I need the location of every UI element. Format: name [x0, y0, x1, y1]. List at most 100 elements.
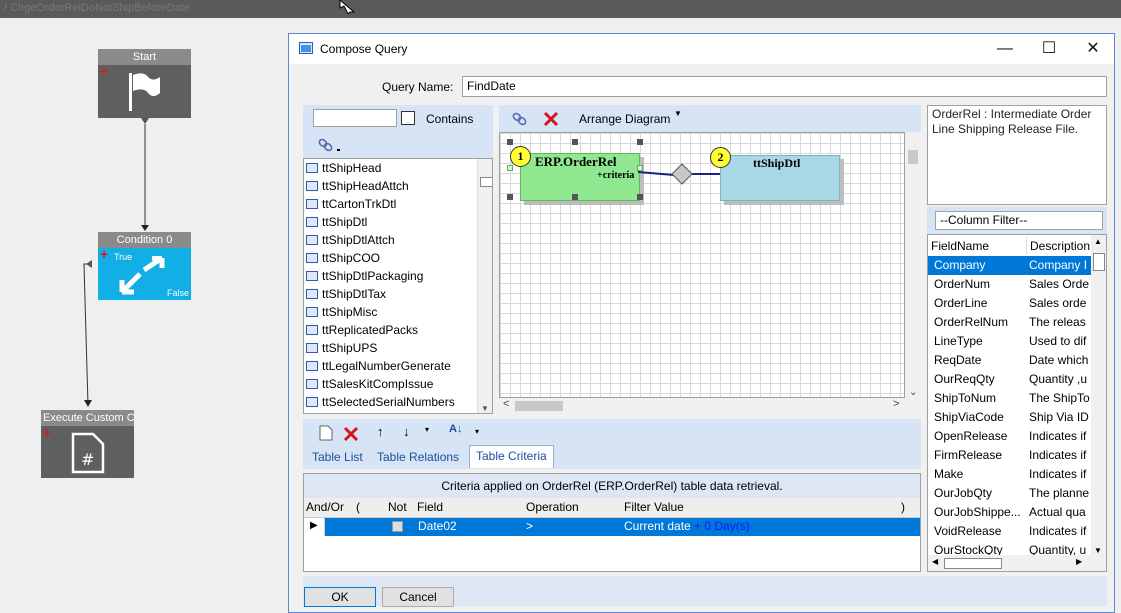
field-grid-row[interactable]: OpenRelease Indicates if	[928, 427, 1092, 446]
ok-button[interactable]: OK	[304, 587, 376, 607]
new-document-icon[interactable]	[319, 425, 333, 441]
close-button[interactable]: ✕	[1071, 34, 1115, 64]
table-list-item[interactable]: ttShipDtlPackaging	[306, 267, 423, 285]
resize-handle[interactable]	[637, 139, 643, 145]
criteria-filter-value[interactable]: Current date	[624, 519, 691, 533]
table-list-item[interactable]: ttShipMisc	[306, 303, 377, 321]
field-grid-row[interactable]: LineType Used to dif	[928, 332, 1092, 351]
field-grid-row[interactable]: ShipToNum The ShipTo	[928, 389, 1092, 408]
field-description-cell: The ShipTo	[1029, 391, 1090, 405]
table-list-toolbar	[303, 132, 493, 158]
dialog-titlebar: Compose Query — ☐ ✕	[289, 34, 1114, 64]
maximize-button[interactable]: ☐	[1027, 34, 1071, 64]
field-grid-row[interactable]: FirmRelease Indicates if	[928, 446, 1092, 465]
field-grid-row[interactable]: VoidRelease Indicates if	[928, 522, 1092, 541]
resize-handle[interactable]	[507, 165, 513, 171]
table-list-item[interactable]: ttShipHeadAttch	[306, 177, 409, 195]
table-icon	[306, 163, 318, 173]
criteria-filter-offset[interactable]: + 0 Day(s)	[694, 519, 750, 533]
link-icon[interactable]	[511, 111, 529, 127]
table-list-item[interactable]: ttReplicatedPacks	[306, 321, 418, 339]
field-grid-row[interactable]: OurJobQty The planne	[928, 484, 1092, 503]
sort-az-icon[interactable]: A↓	[449, 423, 462, 435]
move-up-icon[interactable]: ↑	[377, 424, 384, 439]
resize-handle[interactable]	[572, 194, 578, 200]
table-list-item[interactable]: ttCartonTrkDtl	[306, 195, 396, 213]
window-icon	[299, 42, 313, 54]
move-down-icon[interactable]: ↓	[403, 424, 410, 439]
compose-query-dialog: Compose Query — ☐ ✕ Query Name: FindDate…	[288, 33, 1115, 613]
field-grid-row[interactable]: Make Indicates if	[928, 465, 1092, 484]
field-description-cell: Ship Via ID	[1029, 410, 1089, 424]
field-grid-row[interactable]: OurReqQty Quantity ,u	[928, 370, 1092, 389]
row-selector[interactable]: ▶	[304, 518, 325, 536]
table-list-item[interactable]: ttLegalNumberGenerate	[306, 357, 451, 375]
field-grid-row[interactable]: ShipViaCode Ship Via ID	[928, 408, 1092, 427]
table-list-item[interactable]: ttShipHead	[306, 159, 381, 177]
resize-handle[interactable]	[572, 139, 578, 145]
query-name-input[interactable]: FindDate	[462, 76, 1107, 97]
criteria-field-value[interactable]: Date02	[418, 519, 457, 533]
delete-icon[interactable]	[343, 426, 359, 442]
diagram-table-orderrel[interactable]: ERP.OrderRel +criteria	[520, 153, 640, 201]
table-number-badge: 2	[710, 147, 731, 168]
field-grid-row[interactable]: OurStockQty Quantity, u	[928, 541, 1092, 556]
resize-handle[interactable]	[507, 194, 513, 200]
field-grid-row[interactable]: OrderNum Sales Orde	[928, 275, 1092, 294]
table-icon	[306, 361, 318, 371]
dropdown-arrow-icon[interactable]: ▾	[425, 425, 429, 434]
table-list-scrollbar[interactable]: ▼	[477, 159, 492, 413]
dropdown-arrow-icon[interactable]: ▼	[674, 109, 682, 118]
add-icon[interactable]: +	[43, 424, 51, 440]
column-filter-input[interactable]: --Column Filter--	[935, 211, 1103, 230]
field-grid-row[interactable]: OurJobShippe... Actual qua	[928, 503, 1092, 522]
table-list-item[interactable]: ttSelectedSerialNumbers	[306, 393, 455, 411]
cancel-button[interactable]: Cancel	[382, 587, 454, 607]
resize-handle[interactable]	[507, 139, 513, 145]
criteria-operation-value[interactable]: >	[526, 519, 533, 533]
table-icon	[306, 235, 318, 245]
table-list-item[interactable]: ttShipCOO	[306, 249, 380, 267]
contains-checkbox[interactable]	[401, 111, 415, 125]
table-list-item[interactable]: ttSalesKitCompIssue	[306, 375, 433, 393]
relation-connector[interactable]	[638, 159, 722, 189]
table-list-item-label: ttReplicatedPacks	[322, 323, 419, 337]
field-grid-row[interactable]: OrderLine Sales orde	[928, 294, 1092, 313]
table-icon	[306, 325, 318, 335]
field-grid-hscrollbar[interactable]: ◀ ▶	[928, 555, 1106, 571]
delete-icon[interactable]	[543, 111, 559, 127]
minimize-button[interactable]: —	[983, 34, 1027, 64]
dropdown-arrow-icon[interactable]: ▾	[475, 427, 479, 436]
diagram-table-ttshipdtl[interactable]: ttShipDtl	[720, 155, 840, 201]
execute-custom-code-node[interactable]: Execute Custom Co + #	[41, 410, 134, 478]
resize-handle[interactable]	[637, 194, 643, 200]
criteria-row[interactable]: ▶ Date02 > Current date + 0 Day(s)	[304, 518, 920, 536]
table-search-input[interactable]	[313, 109, 397, 127]
field-name-cell: ShipViaCode	[934, 410, 1004, 424]
workflow-connectors	[83, 118, 149, 407]
fieldname-header[interactable]: FieldName	[931, 237, 989, 255]
table-list-item[interactable]: ttShipDtlAttch	[306, 231, 395, 249]
tab-table-list[interactable]: Table List	[312, 447, 363, 467]
mouse-cursor-icon	[339, 0, 356, 14]
table-list-item[interactable]: ttShipDtlTax	[306, 285, 386, 303]
field-grid-vscrollbar[interactable]: ▲ ▼	[1091, 235, 1106, 555]
table-list-item[interactable]: ttShipDtl	[306, 213, 367, 231]
field-grid-row[interactable]: OrderRelNum The releas	[928, 313, 1092, 332]
diagram-horizontal-scrollbar[interactable]: < >	[499, 398, 921, 414]
diagram-vertical-scrollbar[interactable]: ⌄	[905, 132, 921, 398]
link-icon[interactable]	[317, 137, 343, 153]
field-grid-row[interactable]: ReqDate Date which	[928, 351, 1092, 370]
add-icon[interactable]: +	[100, 246, 108, 262]
table-list-item[interactable]: ttShipUPS	[306, 339, 377, 357]
condition-node[interactable]: Condition 0 + True False	[98, 232, 191, 300]
diagram-canvas[interactable]: ERP.OrderRel +criteria 1 ttShipDtl 2	[499, 132, 905, 398]
tab-table-criteria[interactable]: Table Criteria	[469, 445, 554, 468]
not-checkbox[interactable]	[392, 521, 403, 532]
arrange-diagram-button[interactable]: Arrange Diagram	[579, 112, 670, 126]
tab-table-relations[interactable]: Table Relations	[377, 447, 459, 467]
field-name-cell: LineType	[934, 334, 983, 348]
description-header[interactable]: Description	[1026, 237, 1092, 255]
criteria-toolbar: ↑ ↓ ▾ A↓ ▾ Table List Table Relations Ta…	[303, 419, 921, 469]
field-grid-row[interactable]: Company Company I	[928, 256, 1092, 275]
